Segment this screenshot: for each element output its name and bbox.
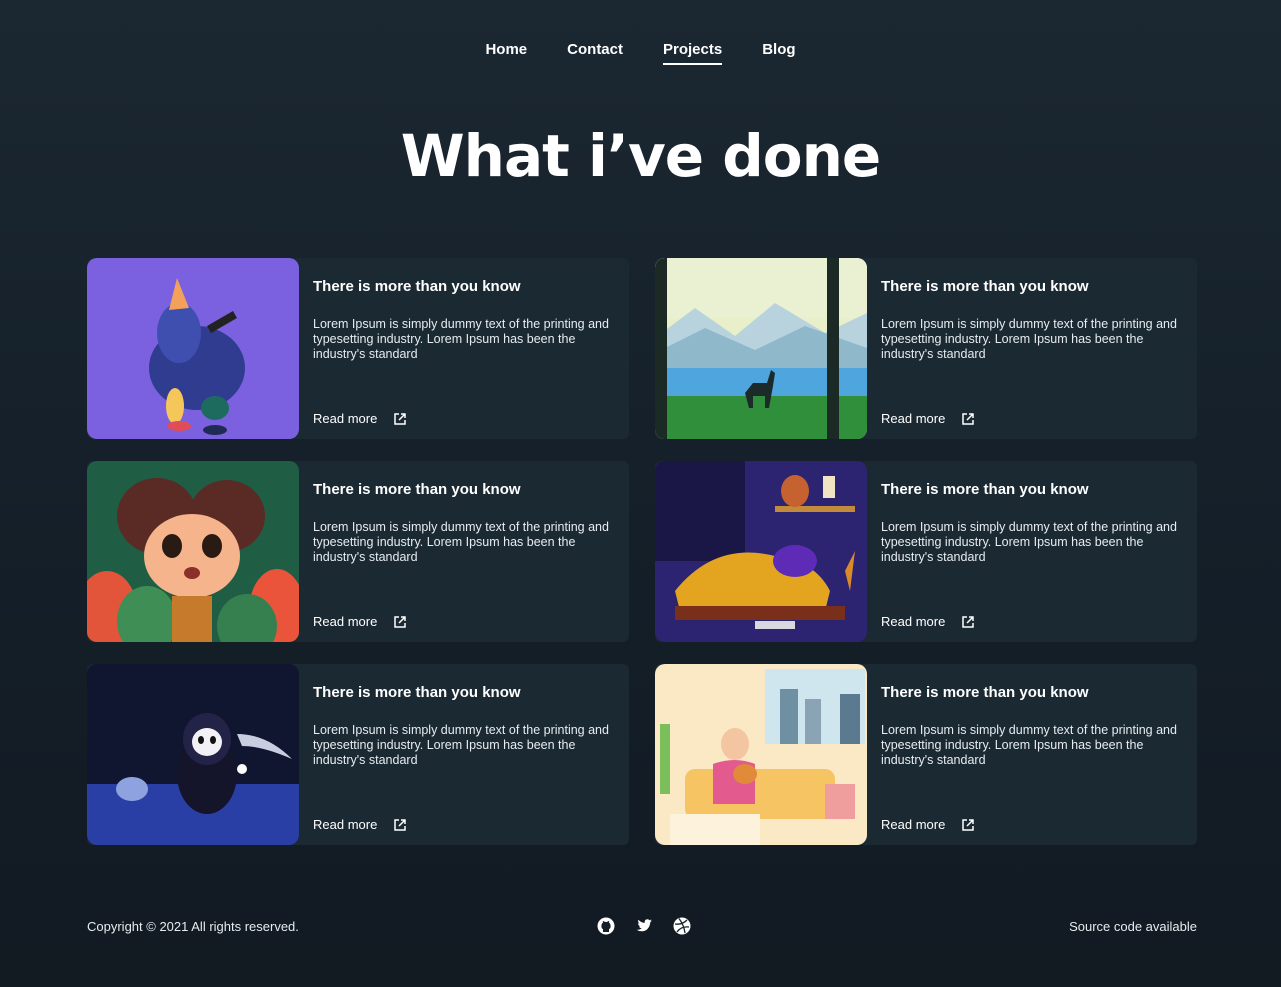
read-more-link[interactable]: Read more	[313, 817, 407, 832]
main-nav: Home Contact Projects Blog	[0, 40, 1281, 65]
copyright-text: Copyright © 2021 All rights reserved.	[87, 919, 299, 934]
project-image	[655, 258, 867, 439]
read-more-label: Read more	[881, 817, 946, 832]
project-description: Lorem Ipsum is simply dummy text of the …	[881, 723, 1177, 767]
project-title: There is more than you know	[313, 481, 521, 498]
footer: Copyright © 2021 All rights reserved. So…	[87, 916, 1197, 938]
read-more-label: Read more	[881, 614, 946, 629]
project-description: Lorem Ipsum is simply dummy text of the …	[313, 520, 609, 564]
project-image	[655, 664, 867, 845]
project-card: There is more than you know Lorem Ipsum …	[87, 461, 629, 642]
project-image	[87, 258, 299, 439]
social-links	[596, 916, 692, 936]
read-more-label: Read more	[313, 817, 378, 832]
dribbble-icon[interactable]	[672, 916, 692, 936]
external-link-icon	[394, 412, 407, 425]
read-more-link[interactable]: Read more	[881, 817, 975, 832]
project-title: There is more than you know	[881, 684, 1089, 701]
read-more-label: Read more	[313, 411, 378, 426]
project-card: There is more than you know Lorem Ipsum …	[87, 664, 629, 845]
project-image	[655, 461, 867, 642]
source-code-link[interactable]: Source code available	[1069, 919, 1197, 934]
project-title: There is more than you know	[881, 481, 1089, 498]
external-link-icon	[962, 615, 975, 628]
project-thumbnail[interactable]	[655, 461, 867, 642]
project-title: There is more than you know	[881, 278, 1089, 295]
project-card: There is more than you know Lorem Ipsum …	[655, 258, 1197, 439]
read-more-link[interactable]: Read more	[881, 614, 975, 629]
read-more-label: Read more	[313, 614, 378, 629]
project-image	[87, 461, 299, 642]
project-card: There is more than you know Lorem Ipsum …	[655, 664, 1197, 845]
project-thumbnail[interactable]	[87, 258, 299, 439]
nav-contact[interactable]: Contact	[567, 40, 623, 65]
external-link-icon	[394, 615, 407, 628]
project-description: Lorem Ipsum is simply dummy text of the …	[881, 520, 1177, 564]
github-icon[interactable]	[596, 916, 616, 936]
project-title: There is more than you know	[313, 684, 521, 701]
read-more-link[interactable]: Read more	[313, 614, 407, 629]
read-more-link[interactable]: Read more	[313, 411, 407, 426]
page-title: What i’ve done	[400, 122, 882, 190]
project-thumbnail[interactable]	[655, 258, 867, 439]
project-thumbnail[interactable]	[87, 664, 299, 845]
project-card: There is more than you know Lorem Ipsum …	[655, 461, 1197, 642]
project-description: Lorem Ipsum is simply dummy text of the …	[881, 317, 1177, 361]
project-description: Lorem Ipsum is simply dummy text of the …	[313, 723, 609, 767]
project-title: There is more than you know	[313, 278, 521, 295]
external-link-icon	[962, 412, 975, 425]
projects-grid: There is more than you know Lorem Ipsum …	[87, 258, 1197, 845]
project-thumbnail[interactable]	[655, 664, 867, 845]
twitter-icon[interactable]	[634, 916, 654, 936]
project-description: Lorem Ipsum is simply dummy text of the …	[313, 317, 609, 361]
nav-projects[interactable]: Projects	[663, 40, 723, 65]
read-more-label: Read more	[881, 411, 946, 426]
external-link-icon	[962, 818, 975, 831]
read-more-link[interactable]: Read more	[881, 411, 975, 426]
external-link-icon	[394, 818, 407, 831]
project-thumbnail[interactable]	[87, 461, 299, 642]
project-card: There is more than you know Lorem Ipsum …	[87, 258, 629, 439]
nav-home[interactable]: Home	[485, 40, 527, 65]
nav-blog[interactable]: Blog	[762, 40, 795, 65]
project-image	[87, 664, 299, 845]
